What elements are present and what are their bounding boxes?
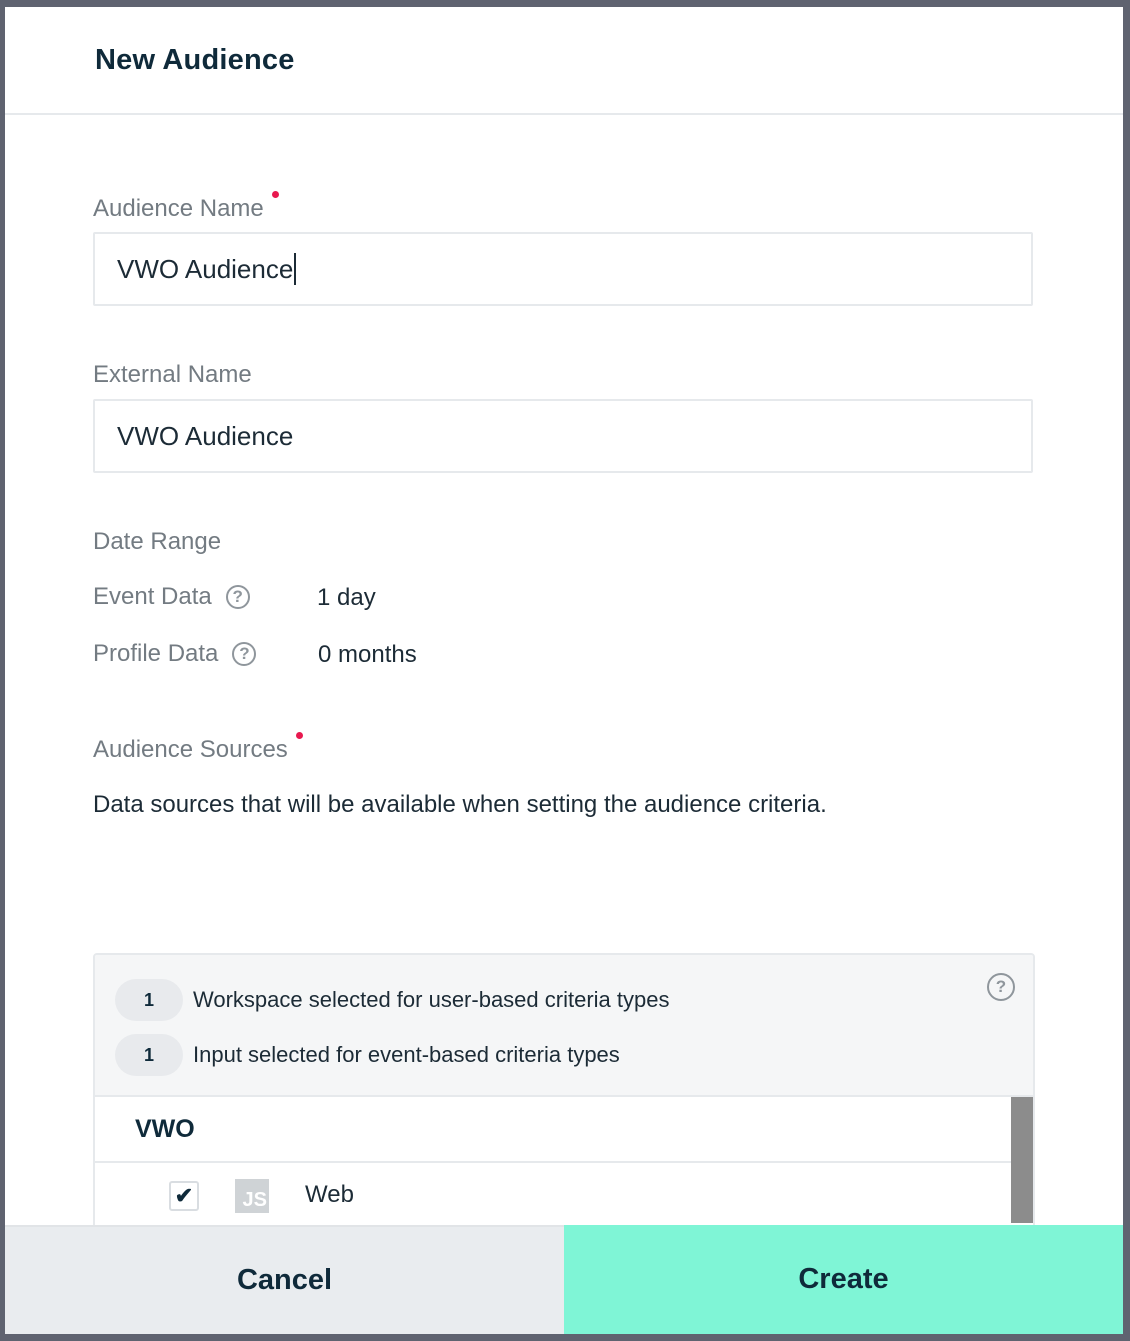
date-range-label: Date Range: [93, 528, 222, 555]
audience-name-value: VWO Audience: [117, 253, 294, 284]
profile-data-label-text: Profile Data: [93, 640, 219, 667]
audience-sources-label-text: Audience Sources: [93, 736, 288, 763]
audience-sources-panel: 1 Workspace selected for user-based crit…: [93, 953, 1035, 1233]
audience-sources-description: Data sources that will be available when…: [93, 791, 827, 818]
text-caret: [294, 253, 297, 285]
sources-summary: 1 Workspace selected for user-based crit…: [95, 955, 1033, 1097]
summary-text: Input selected for event-based criteria …: [193, 1042, 620, 1067]
help-icon[interactable]: ?: [225, 585, 250, 609]
modal-header: New Audience: [5, 7, 1123, 115]
summary-row-workspace: 1 Workspace selected for user-based crit…: [115, 979, 669, 1021]
external-name-value: VWO Audience: [117, 420, 294, 451]
event-data-value: 1 day: [317, 584, 376, 611]
new-audience-modal: New Audience Audience Name VWO Audience …: [5, 7, 1123, 1334]
create-button[interactable]: Create: [564, 1225, 1123, 1334]
required-indicator: [271, 191, 279, 198]
audience-sources-label: Audience Sources: [93, 732, 303, 764]
source-item-web[interactable]: ✔ JS Web: [95, 1163, 1013, 1231]
external-name-label: External Name: [93, 361, 252, 388]
source-group-header: VWO: [95, 1097, 1013, 1163]
profile-data-label: Profile Data ?: [93, 640, 257, 668]
summary-row-input: 1 Input selected for event-based criteri…: [115, 1034, 620, 1076]
javascript-icon: JS: [235, 1179, 269, 1213]
summary-text: Workspace selected for user-based criter…: [193, 987, 670, 1012]
list-scrollbar[interactable]: [1011, 1097, 1033, 1223]
event-data-label: Event Data ?: [93, 583, 250, 611]
help-icon[interactable]: ?: [987, 973, 1015, 1001]
profile-data-value: 0 months: [318, 641, 417, 668]
modal-footer: Cancel Create: [5, 1225, 1123, 1334]
audience-name-label: Audience Name: [93, 191, 279, 223]
event-data-label-text: Event Data: [93, 583, 212, 610]
count-badge: 1: [115, 979, 183, 1021]
audience-name-input[interactable]: VWO Audience: [93, 232, 1033, 306]
web-checkbox[interactable]: ✔: [169, 1181, 199, 1211]
sources-list: VWO ✔ JS Web: [95, 1097, 1033, 1231]
required-indicator: [295, 732, 303, 739]
cancel-button[interactable]: Cancel: [5, 1225, 564, 1334]
modal-title: New Audience: [95, 43, 295, 76]
help-icon[interactable]: ?: [232, 642, 257, 666]
audience-name-label-text: Audience Name: [93, 195, 264, 222]
source-item-label: Web: [305, 1181, 354, 1208]
external-name-input[interactable]: VWO Audience: [93, 399, 1033, 473]
count-badge: 1: [115, 1034, 183, 1076]
